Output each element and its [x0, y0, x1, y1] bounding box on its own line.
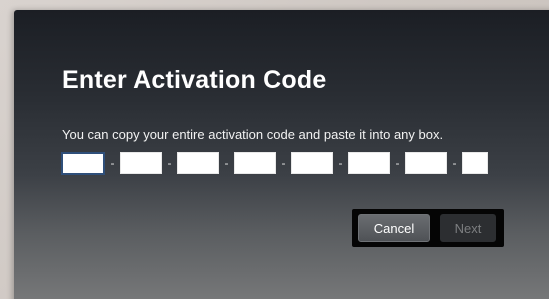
activation-dialog: Enter Activation Code You can copy your …	[14, 10, 549, 299]
code-input-7[interactable]	[405, 152, 447, 174]
cancel-button[interactable]: Cancel	[358, 214, 430, 242]
code-input-2[interactable]	[120, 152, 162, 174]
code-input-5[interactable]	[291, 152, 333, 174]
code-separator: -	[395, 156, 400, 170]
dialog-title: Enter Activation Code	[62, 66, 327, 94]
code-input-4[interactable]	[234, 152, 276, 174]
code-input-8[interactable]	[462, 152, 488, 174]
code-input-1[interactable]	[61, 151, 105, 175]
code-separator: -	[224, 156, 229, 170]
code-input-3[interactable]	[177, 152, 219, 174]
code-input-6[interactable]	[348, 152, 390, 174]
dialog-button-bar: Cancel Next	[352, 209, 504, 247]
code-separator: -	[338, 156, 343, 170]
instructions-text: You can copy your entire activation code…	[62, 127, 444, 142]
code-separator: -	[452, 156, 457, 170]
code-separator: -	[167, 156, 172, 170]
code-separator: -	[110, 156, 115, 170]
activation-code-inputs: - - - - - - -	[61, 151, 488, 175]
code-separator: -	[281, 156, 286, 170]
next-button[interactable]: Next	[440, 214, 496, 242]
